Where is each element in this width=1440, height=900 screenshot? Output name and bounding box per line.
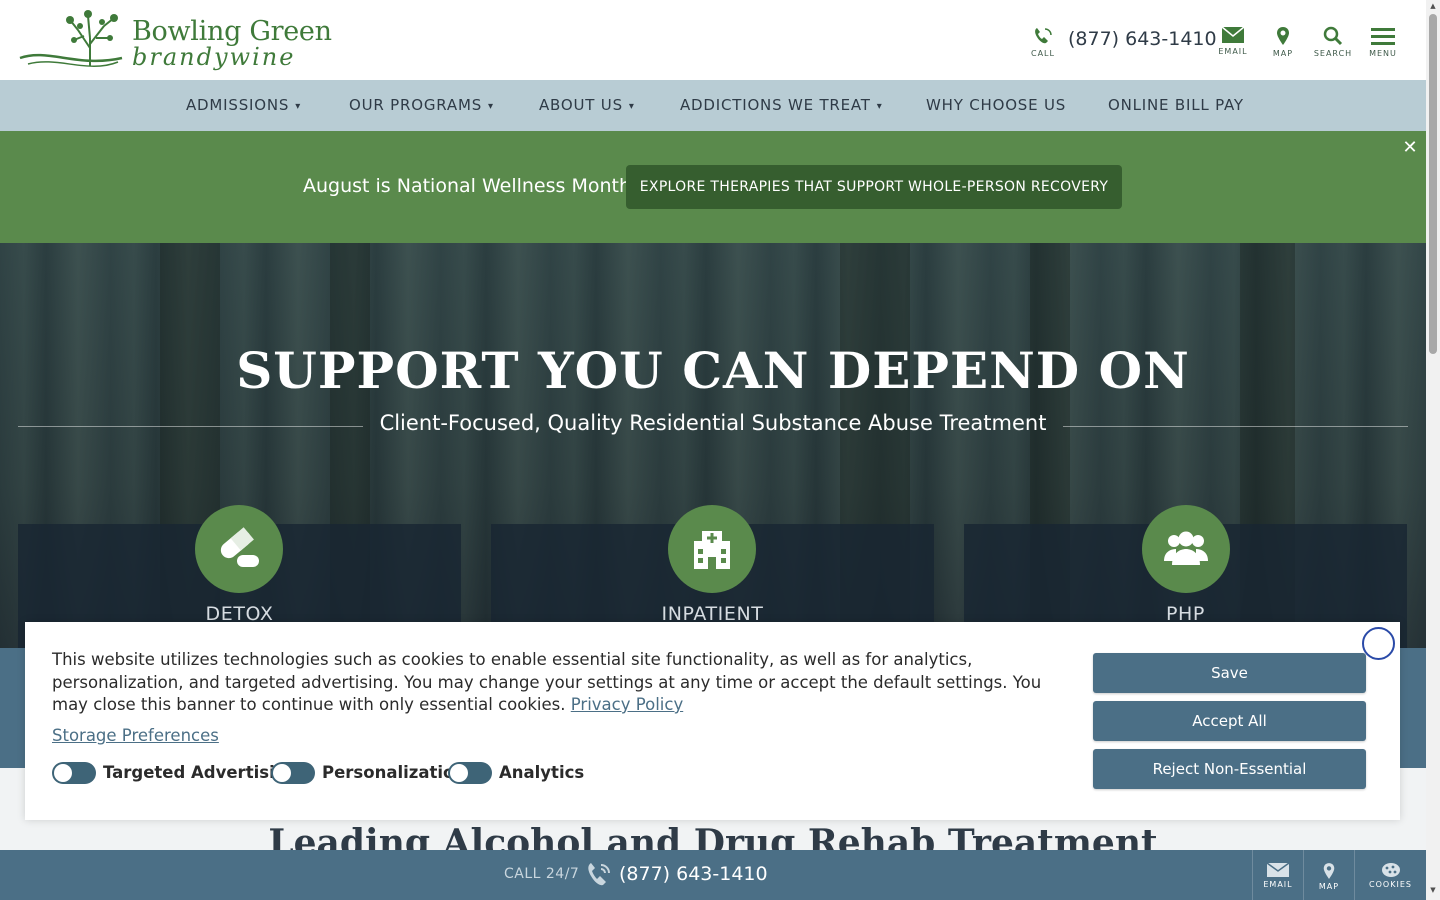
toggle-switch[interactable] [271, 762, 315, 784]
bottom-cookies-button[interactable]: COOKIES [1354, 850, 1426, 900]
cookie-banner-close-button[interactable] [1362, 627, 1395, 660]
map-button[interactable]: MAP [1258, 26, 1308, 62]
scroll-down-arrow-icon[interactable]: ▼ [1429, 886, 1437, 894]
call-button[interactable]: CALL [1018, 26, 1068, 62]
header-phone-link[interactable]: (877) 643-1410 [1068, 28, 1217, 50]
menu-button[interactable]: MENU [1358, 26, 1408, 62]
main-navigation: ADMISSIONS ▾ OUR PROGRAMS ▾ ABOUT US ▾ ADDI… [0, 80, 1426, 131]
toggle-label: Analytics [499, 763, 585, 782]
envelope-icon [1221, 26, 1245, 43]
storage-preferences-link[interactable]: Storage Preferences [52, 726, 219, 745]
cookies-label: COOKIES [1369, 880, 1412, 889]
caret-down-icon: ▾ [876, 101, 883, 112]
brand-subname: brandywine [132, 43, 296, 71]
nav-label: OUR PROGRAMS [349, 96, 483, 114]
hospital-icon [668, 505, 756, 593]
reject-non-essential-button[interactable]: Reject Non-Essential [1093, 749, 1366, 789]
map-label: MAP [1272, 49, 1294, 58]
bottom-email-button[interactable]: EMAIL [1252, 850, 1303, 900]
hamburger-menu-icon [1371, 28, 1395, 45]
nav-item-why-choose-us[interactable]: WHY CHOOSE US [926, 80, 1066, 131]
toggle-personalization[interactable]: Personalization [271, 761, 466, 785]
search-label: SEARCH [1313, 49, 1353, 58]
site-header: Bowling Green brandywine CALL (877) 643-… [0, 0, 1426, 80]
email-label: EMAIL [1263, 880, 1293, 889]
nav-item-our-programs[interactable]: OUR PROGRAMS ▾ [349, 80, 494, 131]
hero-title: SUPPORT YOU CAN DEPEND ON [236, 341, 1190, 400]
email-label: EMAIL [1218, 47, 1248, 56]
nav-item-addictions-we-treat[interactable]: ADDICTIONS WE TREAT ▾ [680, 80, 883, 131]
map-pin-icon [1277, 27, 1289, 45]
nav-label: WHY CHOOSE US [926, 96, 1067, 114]
toggle-label: Targeted Advertising [103, 763, 299, 782]
nav-item-admissions[interactable]: ADMISSIONS ▾ [186, 80, 301, 131]
toggle-label: Personalization [322, 763, 467, 782]
privacy-policy-link[interactable]: Privacy Policy [571, 695, 683, 714]
phone-icon [1035, 28, 1052, 44]
call-label: CALL [1031, 49, 1055, 58]
close-icon[interactable]: ✕ [1400, 137, 1420, 159]
nav-item-online-bill-pay[interactable]: ONLINE BILL PAY [1108, 80, 1244, 131]
envelope-icon [1266, 862, 1290, 877]
map-label: MAP [1318, 882, 1340, 891]
group-icon [1142, 505, 1230, 593]
menu-label: MENU [1369, 49, 1397, 58]
nav-label: ADDICTIONS WE TREAT [680, 96, 871, 114]
explore-therapies-button[interactable]: EXPLORE THERAPIES THAT SUPPORT WHOLE-PER… [626, 165, 1122, 209]
pills-icon [195, 505, 283, 593]
tree-logo-icon [19, 10, 123, 67]
bottom-map-button[interactable]: MAP [1303, 850, 1354, 900]
cookie-notice-text: This website utilizes technologies such … [52, 649, 1052, 717]
cookie-consent-banner: This website utilizes technologies such … [25, 622, 1400, 820]
cookie-notice-body: This website utilizes technologies such … [52, 650, 1042, 714]
phone-icon [588, 863, 610, 886]
search-icon [1323, 26, 1343, 46]
email-button[interactable]: EMAIL [1208, 26, 1258, 62]
scrollbar-thumb[interactable] [1429, 14, 1437, 354]
hero-subtitle: Client-Focused, Quality Residential Subs… [379, 411, 1047, 435]
caret-down-icon: ▾ [295, 101, 302, 112]
nav-label: ABOUT US [539, 96, 623, 114]
cookie-icon [1381, 863, 1400, 877]
toggle-switch[interactable] [52, 762, 96, 784]
toggle-analytics[interactable]: Analytics [448, 761, 584, 785]
toggle-switch[interactable] [448, 762, 492, 784]
save-button[interactable]: Save [1093, 653, 1366, 693]
caret-down-icon: ▾ [628, 101, 635, 112]
call-24-7-label: CALL 24/7 [504, 866, 580, 882]
nav-label: ADMISSIONS [186, 96, 290, 114]
sticky-bottom-bar: CALL 24/7 (877) 643-1410 EMAIL MAP COOKI… [0, 850, 1426, 900]
bottom-phone-link[interactable]: (877) 643-1410 [619, 863, 768, 885]
nav-item-about-us[interactable]: ABOUT US ▾ [539, 80, 635, 131]
map-pin-icon [1323, 863, 1335, 879]
hero-section: SUPPORT YOU CAN DEPEND ON Client-Focused… [0, 243, 1426, 648]
caret-down-icon: ▾ [488, 101, 494, 112]
scroll-up-arrow-icon[interactable]: ▲ [1429, 2, 1437, 10]
brand-logo[interactable]: Bowling Green brandywine [18, 8, 332, 72]
page-scrollbar[interactable]: ▲ ▼ [1426, 0, 1440, 900]
accept-all-button[interactable]: Accept All [1093, 701, 1366, 741]
promo-banner: August is National Wellness Month EXPLOR… [0, 131, 1426, 243]
promo-text: August is National Wellness Month [303, 175, 632, 197]
search-button[interactable]: SEARCH [1308, 26, 1358, 62]
toggle-targeted-advertising[interactable]: Targeted Advertising [52, 761, 298, 785]
nav-label: ONLINE BILL PAY [1108, 96, 1244, 114]
